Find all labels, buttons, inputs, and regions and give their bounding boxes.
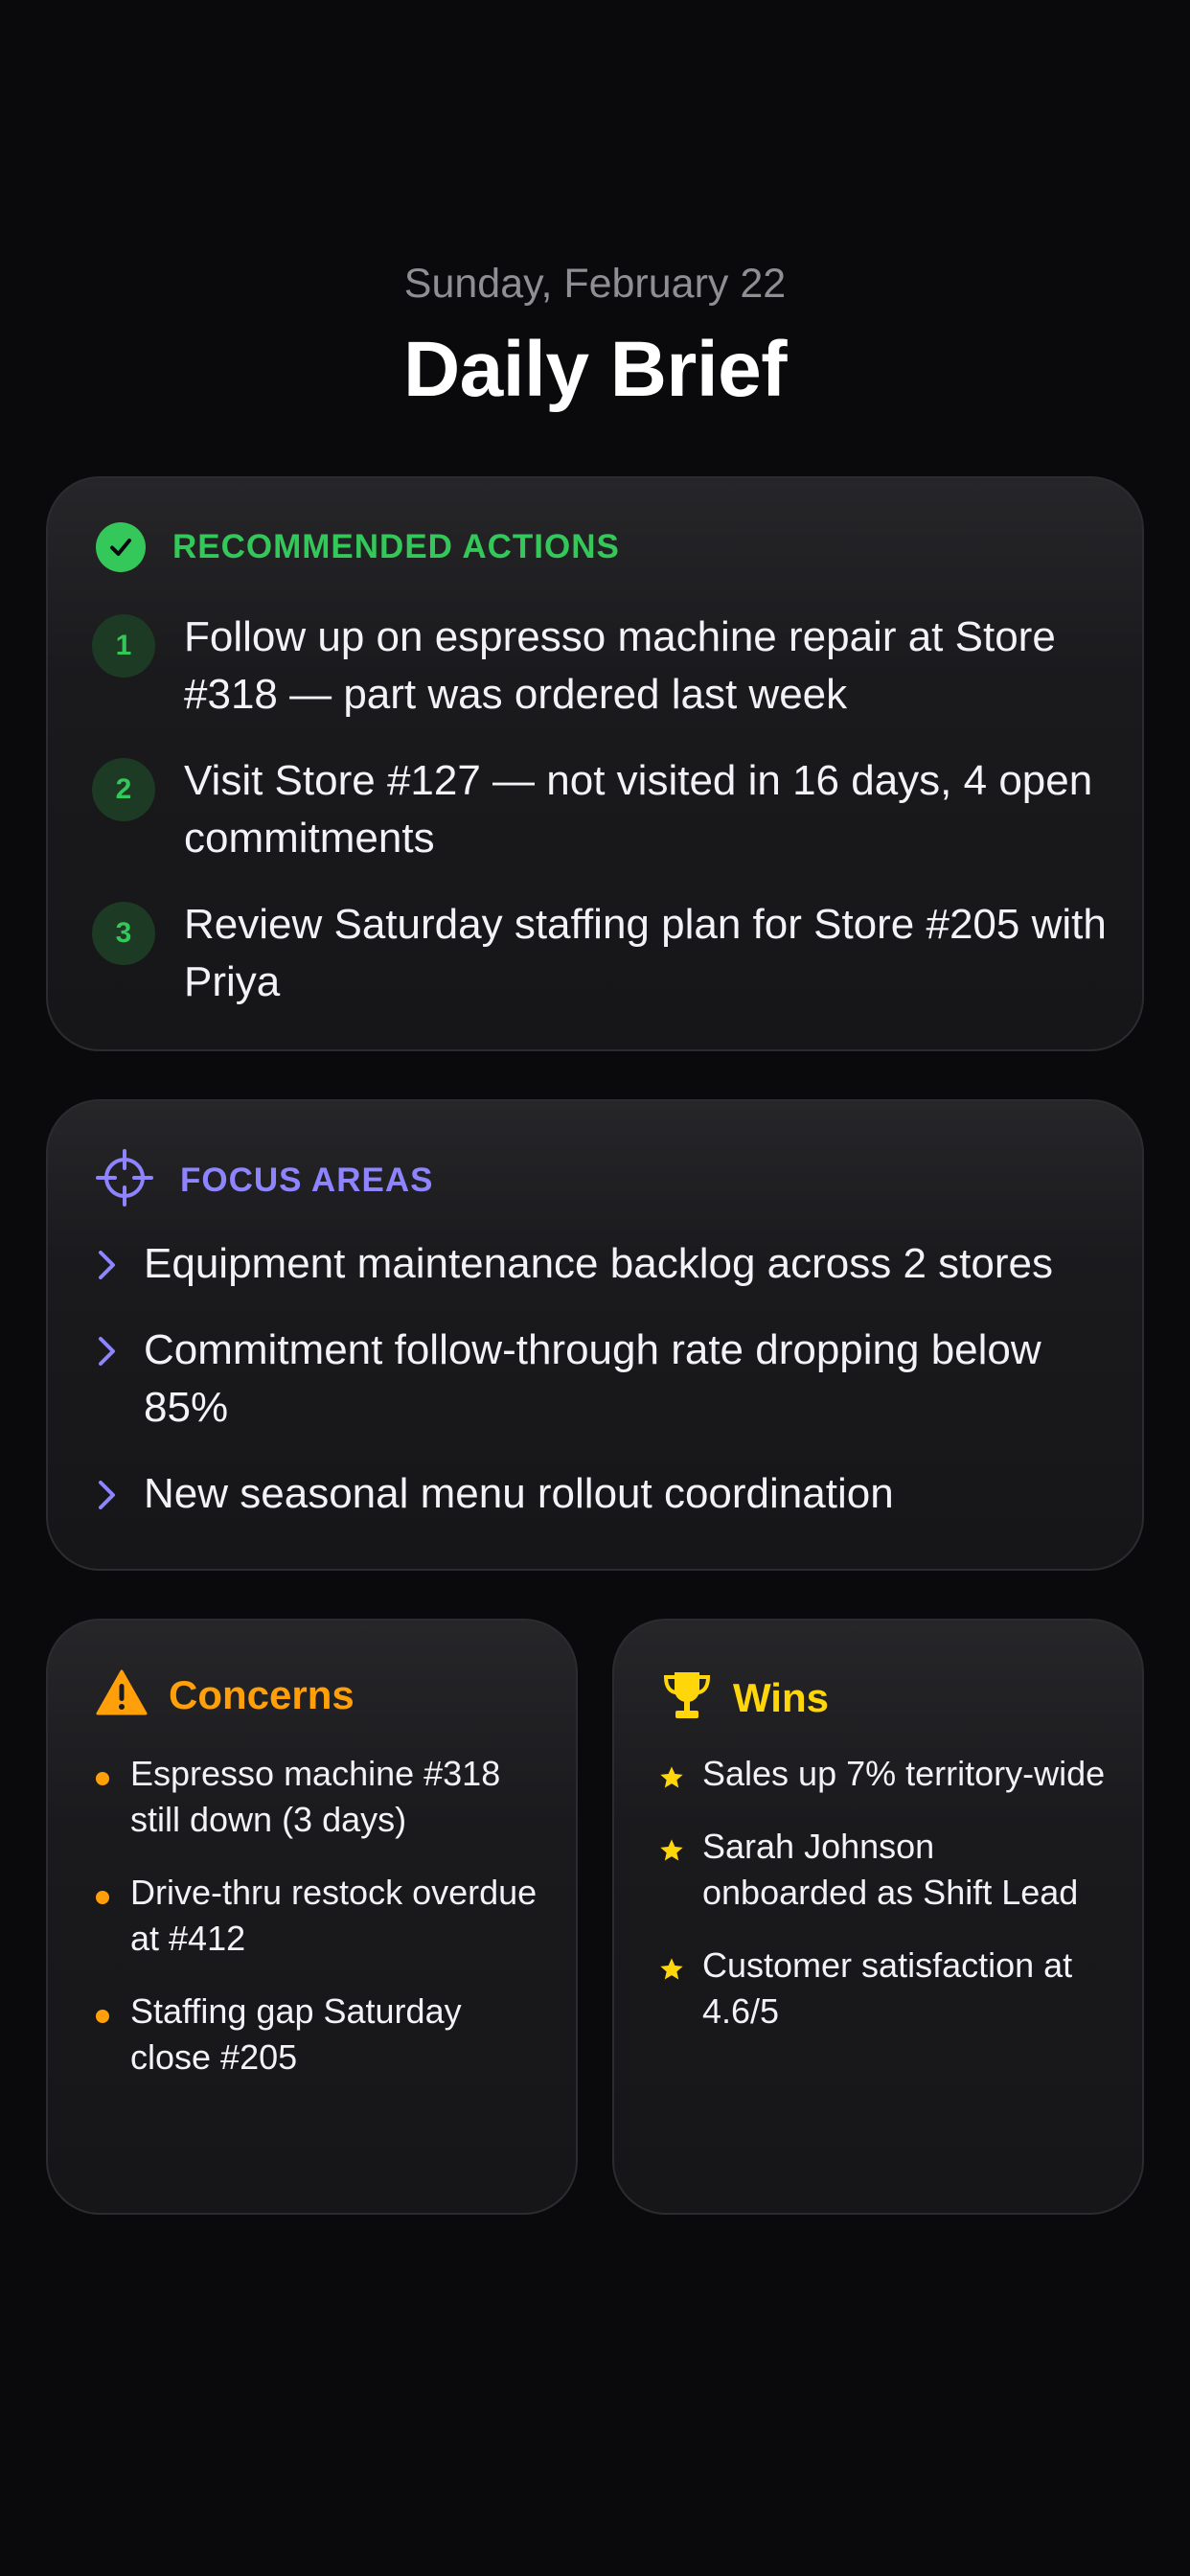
star-icon bbox=[658, 1837, 687, 1869]
crosshair-icon bbox=[96, 1149, 153, 1211]
concern-item[interactable]: Espresso machine #318 still down (3 days… bbox=[92, 1751, 542, 1843]
action-text: Follow up on espresso machine repair at … bbox=[184, 613, 1056, 718]
bullet-dot bbox=[96, 2010, 109, 2023]
win-text: Sarah Johnson onboarded as Shift Lead bbox=[702, 1827, 1079, 1912]
number-badge: 1 bbox=[92, 614, 155, 678]
chevron-right-icon bbox=[96, 1479, 136, 1516]
recommended-actions-card: RECOMMENDED ACTIONS 1 Follow up on espre… bbox=[46, 476, 1144, 1051]
concerns-list: Espresso machine #318 still down (3 days… bbox=[92, 1751, 542, 2107]
focus-areas-label: FOCUS AREAS bbox=[180, 1161, 434, 1199]
wins-title: Wins bbox=[733, 1674, 829, 1720]
bullet-dot bbox=[96, 1772, 109, 1785]
trophy-icon bbox=[662, 1668, 712, 1727]
focus-item[interactable]: New seasonal menu rollout coordination bbox=[96, 1465, 1111, 1523]
action-item[interactable]: 3 Review Saturday staffing plan for Stor… bbox=[92, 896, 1108, 1011]
star-icon bbox=[658, 1956, 687, 1988]
chevron-right-icon bbox=[96, 1249, 136, 1286]
wins-header: Wins bbox=[662, 1668, 829, 1727]
concern-item[interactable]: Staffing gap Saturday close #205 bbox=[92, 1989, 542, 2081]
focus-item[interactable]: Commitment follow-through rate dropping … bbox=[96, 1322, 1111, 1437]
recommended-actions-header: RECOMMENDED ACTIONS bbox=[96, 522, 620, 572]
focus-areas-card: FOCUS AREAS Equipment maintenance backlo… bbox=[46, 1099, 1144, 1571]
focus-text: Equipment maintenance backlog across 2 s… bbox=[144, 1240, 1053, 1287]
wins-list: Sales up 7% territory-wide Sarah Johnson… bbox=[658, 1751, 1109, 2061]
concern-text: Staffing gap Saturday close #205 bbox=[130, 1991, 462, 2077]
concern-text: Espresso machine #318 still down (3 days… bbox=[130, 1754, 501, 1839]
page-title: Daily Brief bbox=[402, 326, 788, 413]
concern-text: Drive-thru restock overdue at #412 bbox=[130, 1873, 538, 1958]
concerns-header: Concerns bbox=[96, 1668, 355, 1721]
win-item[interactable]: Sales up 7% territory-wide bbox=[658, 1751, 1109, 1797]
win-text: Sales up 7% territory-wide bbox=[702, 1754, 1106, 1793]
bullet-dot bbox=[96, 1891, 109, 1904]
focus-areas-header: FOCUS AREAS bbox=[96, 1149, 433, 1211]
action-item[interactable]: 2 Visit Store #127 — not visited in 16 d… bbox=[92, 752, 1108, 867]
number-badge: 3 bbox=[92, 902, 155, 965]
actions-list: 1 Follow up on espresso machine repair a… bbox=[92, 609, 1108, 1040]
action-text: Review Saturday staffing plan for Store … bbox=[184, 901, 1107, 1005]
warning-triangle-icon bbox=[96, 1668, 148, 1721]
focus-list: Equipment maintenance backlog across 2 s… bbox=[96, 1235, 1111, 1552]
concerns-card: Concerns Espresso machine #318 still dow… bbox=[46, 1619, 578, 2215]
concerns-title: Concerns bbox=[169, 1671, 355, 1717]
concern-item[interactable]: Drive-thru restock overdue at #412 bbox=[92, 1870, 542, 1962]
wins-card: Wins Sales up 7% territory-wide Sarah Jo… bbox=[612, 1619, 1144, 2215]
win-text: Customer satisfaction at 4.6/5 bbox=[702, 1945, 1073, 2031]
win-item[interactable]: Customer satisfaction at 4.6/5 bbox=[658, 1943, 1109, 2035]
focus-text: New seasonal menu rollout coordination bbox=[144, 1470, 894, 1517]
star-icon bbox=[658, 1764, 687, 1796]
number-badge: 2 bbox=[92, 758, 155, 821]
header: Sunday, February 22 Daily Brief bbox=[0, 257, 1190, 418]
checkmark-circle-icon bbox=[96, 522, 146, 572]
action-item[interactable]: 1 Follow up on espresso machine repair a… bbox=[92, 609, 1108, 724]
date-label: Sunday, February 22 bbox=[403, 261, 787, 307]
focus-item[interactable]: Equipment maintenance backlog across 2 s… bbox=[96, 1235, 1111, 1293]
win-item[interactable]: Sarah Johnson onboarded as Shift Lead bbox=[658, 1824, 1109, 1916]
action-text: Visit Store #127 — not visited in 16 day… bbox=[184, 757, 1093, 862]
focus-text: Commitment follow-through rate dropping … bbox=[144, 1326, 1041, 1431]
daily-brief-page: Sunday, February 22 Daily Brief RECOMMEN… bbox=[0, 0, 1190, 2576]
chevron-right-icon bbox=[96, 1335, 136, 1372]
recommended-actions-label: RECOMMENDED ACTIONS bbox=[172, 528, 620, 565]
